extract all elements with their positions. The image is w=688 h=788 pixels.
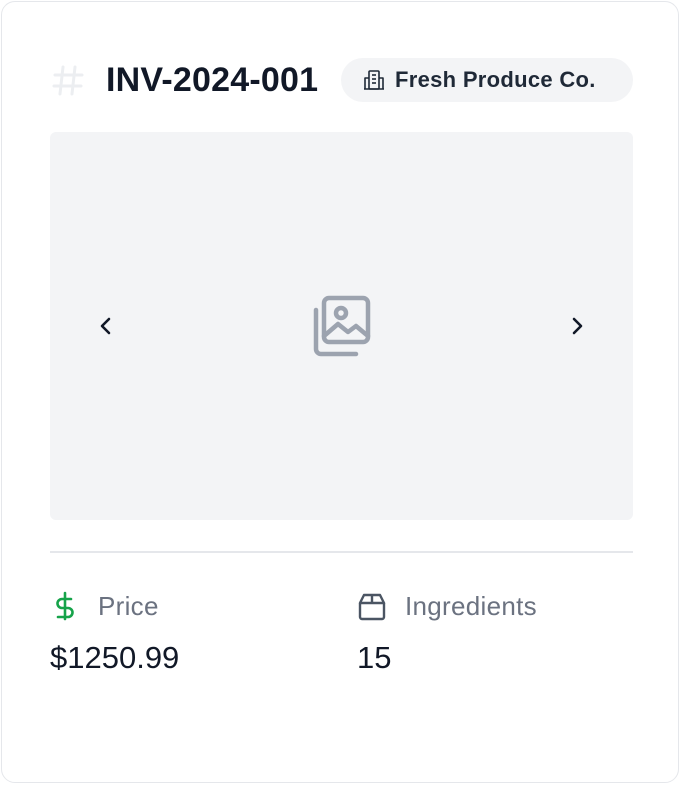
card-header: INV-2024-001 Fresh Produce Co. [50,58,633,102]
box-icon [358,593,386,621]
ingredients-stat: Ingredients 15 [357,588,537,678]
price-value: $1250.99 [50,640,180,675]
price-stat: Price $1250.99 [50,588,179,678]
invoice-id: INV-2024-001 [106,61,319,99]
hash-icon [52,65,84,96]
supplier-badge: Fresh Produce Co. [341,58,633,102]
divider [50,551,633,553]
invoice-card: INV-2024-001 Fresh Produce Co. Price $12… [1,1,679,783]
chevron-right-icon[interactable] [561,310,593,342]
supplier-name: Fresh Produce Co. [395,67,596,92]
images-icon [313,295,371,357]
ingredients-value: 15 [357,640,392,675]
building-icon [364,70,384,90]
dollar-icon [56,591,74,621]
price-label: Price [98,590,159,621]
image-carousel [50,132,633,520]
chevron-left-icon[interactable] [90,310,122,342]
ingredients-label: Ingredients [405,590,537,621]
